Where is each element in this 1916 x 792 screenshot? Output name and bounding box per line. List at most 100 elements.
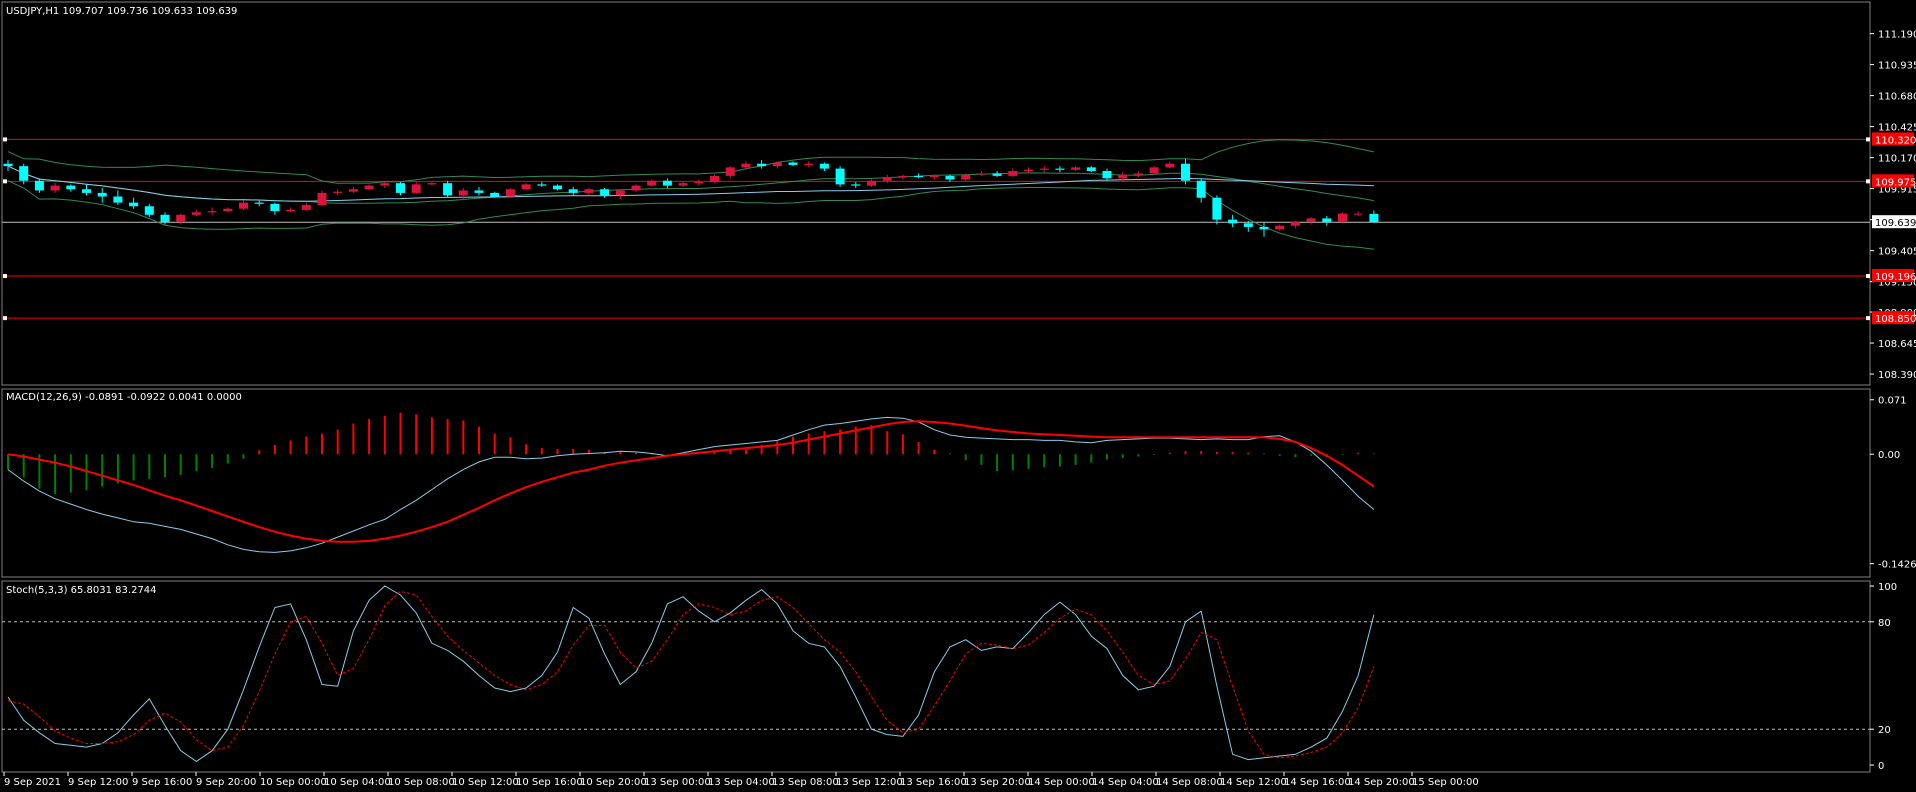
level-anchor-handle[interactable]: [1866, 137, 1870, 142]
candle-body[interactable]: [553, 185, 562, 190]
candle-body[interactable]: [490, 192, 500, 197]
candle-body[interactable]: [1133, 173, 1143, 175]
time-tick-label: 10 Sep 00:00: [260, 777, 327, 788]
candle-body[interactable]: [458, 190, 468, 196]
candle-body[interactable]: [380, 183, 390, 186]
candle-body[interactable]: [537, 184, 547, 186]
candle-body[interactable]: [207, 211, 217, 213]
candle-body[interactable]: [113, 196, 123, 203]
candle-body[interactable]: [914, 175, 924, 178]
candle-body[interactable]: [600, 189, 610, 196]
candle-body[interactable]: [867, 180, 876, 186]
candle-body[interactable]: [1290, 222, 1300, 226]
candle-body[interactable]: [364, 185, 374, 190]
candle-body[interactable]: [1353, 213, 1363, 215]
candle-body[interactable]: [1196, 180, 1206, 198]
candle-body[interactable]: [1306, 218, 1316, 223]
candle-body[interactable]: [411, 184, 421, 193]
candle-body[interactable]: [945, 175, 955, 180]
candle-body[interactable]: [804, 163, 814, 165]
candle-body[interactable]: [882, 177, 892, 181]
candle-body[interactable]: [223, 208, 233, 212]
candle-body[interactable]: [835, 168, 845, 185]
level-anchor-handle[interactable]: [3, 179, 7, 184]
candle-body[interactable]: [1243, 223, 1253, 227]
candle-body[interactable]: [97, 192, 107, 197]
candle-body[interactable]: [474, 190, 484, 193]
candle-body[interactable]: [301, 205, 311, 210]
candle-body[interactable]: [427, 183, 437, 185]
candle-body[interactable]: [129, 202, 139, 207]
candle-body[interactable]: [270, 203, 280, 212]
trading-chart: 111.190 110.935 110.680 110.425 110.170 109.9…: [0, 0, 1916, 792]
candle-body[interactable]: [254, 202, 264, 204]
candle-body[interactable]: [443, 183, 453, 196]
candle-body[interactable]: [568, 189, 578, 193]
candle-body[interactable]: [710, 175, 719, 182]
level-anchor-handle[interactable]: [3, 137, 7, 142]
candle-body[interactable]: [1228, 219, 1238, 224]
candle-body[interactable]: [160, 214, 170, 223]
candle-body[interactable]: [898, 175, 908, 178]
candle-body[interactable]: [772, 162, 782, 167]
candle-body[interactable]: [19, 166, 29, 181]
candle-body[interactable]: [647, 180, 657, 186]
candle-body[interactable]: [1149, 167, 1159, 174]
candle-body[interactable]: [788, 162, 798, 165]
candle-body[interactable]: [348, 189, 358, 192]
level-anchor-handle[interactable]: [1866, 274, 1870, 279]
candle-body[interactable]: [1338, 213, 1347, 223]
candle-body[interactable]: [1071, 167, 1081, 170]
candle-body[interactable]: [1102, 171, 1112, 179]
candle-body[interactable]: [851, 184, 861, 186]
level-anchor-handle[interactable]: [3, 316, 7, 321]
candle-body[interactable]: [333, 191, 343, 193]
candle-body[interactable]: [929, 175, 939, 178]
candle-body[interactable]: [741, 163, 751, 168]
candle-body[interactable]: [239, 202, 248, 209]
candle-body[interactable]: [1118, 174, 1128, 179]
candle-body[interactable]: [50, 185, 60, 191]
candle-body[interactable]: [1024, 169, 1033, 172]
candle-body[interactable]: [1181, 163, 1190, 181]
candle-body[interactable]: [1165, 163, 1175, 168]
candle-body[interactable]: [631, 185, 641, 191]
candle-body[interactable]: [1369, 213, 1379, 223]
candle-body[interactable]: [34, 180, 44, 191]
candle-body[interactable]: [66, 185, 76, 190]
candle-body[interactable]: [144, 206, 154, 215]
candle-body[interactable]: [317, 192, 327, 206]
candle-body[interactable]: [678, 183, 688, 186]
candle-body[interactable]: [725, 167, 735, 176]
time-tick-label: 14 Sep 16:00: [1284, 777, 1351, 788]
candle-body[interactable]: [396, 183, 405, 193]
candle-body[interactable]: [505, 189, 515, 197]
candle-body[interactable]: [1322, 218, 1332, 223]
candle-body[interactable]: [191, 212, 201, 215]
candle-body[interactable]: [3, 163, 13, 167]
time-tick-label: 9 Sep 20:00: [196, 777, 256, 788]
candle-body[interactable]: [662, 180, 672, 186]
candle-body[interactable]: [694, 181, 704, 184]
candle-body[interactable]: [961, 174, 971, 180]
candle-body[interactable]: [176, 214, 186, 223]
candle-body[interactable]: [757, 163, 767, 167]
level-anchor-handle[interactable]: [3, 274, 7, 279]
candle-body[interactable]: [584, 189, 594, 193]
candle-body[interactable]: [521, 184, 531, 190]
candle-body[interactable]: [1008, 171, 1018, 176]
candle-body[interactable]: [615, 190, 625, 196]
candle-body[interactable]: [286, 209, 296, 212]
level-anchor-handle[interactable]: [1866, 316, 1870, 321]
candle-body[interactable]: [1055, 168, 1065, 170]
candle-body[interactable]: [1086, 167, 1096, 172]
candle-body[interactable]: [992, 173, 1002, 176]
level-anchor-handle[interactable]: [1866, 179, 1870, 184]
candle-body[interactable]: [976, 173, 986, 175]
candle-body[interactable]: [1212, 197, 1222, 220]
candle-body[interactable]: [819, 163, 829, 169]
candle-body[interactable]: [1275, 225, 1285, 230]
candle-body[interactable]: [1039, 168, 1049, 170]
candle-body[interactable]: [82, 189, 91, 193]
candle-body[interactable]: [1259, 226, 1269, 230]
